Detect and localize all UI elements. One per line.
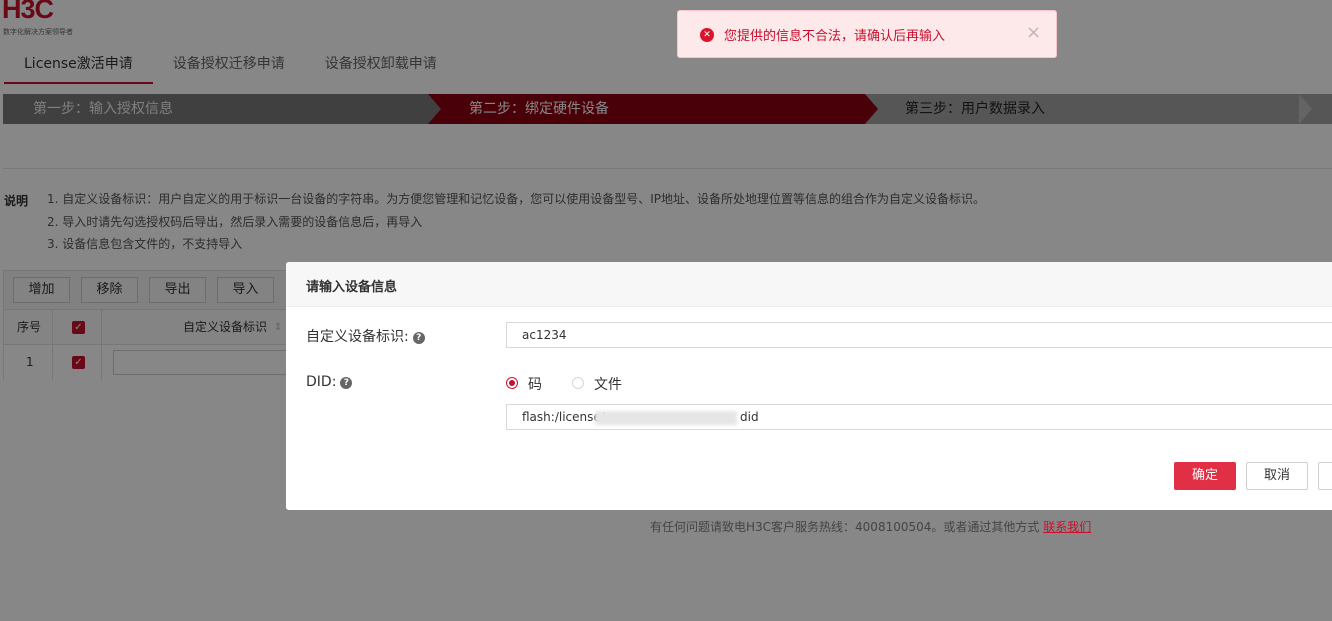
ok-button[interactable]: 确定: [1174, 462, 1236, 490]
radio-code-label[interactable]: 码: [528, 374, 542, 394]
dialog-header: 请输入设备信息: [286, 262, 1332, 307]
radio-file[interactable]: [572, 377, 584, 389]
did-label-text: DID:: [306, 374, 337, 390]
close-icon[interactable]: ×: [1026, 23, 1041, 43]
help-icon[interactable]: ?: [412, 332, 425, 344]
error-toast: ✕ 您提供的信息不合法，请确认后再输入 ×: [677, 10, 1057, 58]
device-id-input[interactable]: ac1234: [506, 322, 1332, 348]
did-value-prefix: flash:/license/: [522, 410, 605, 424]
contact-us-link[interactable]: 联系我们: [1043, 520, 1091, 534]
radio-file-label[interactable]: 文件: [594, 374, 622, 394]
device-id-label-text: 自定义设备标识:: [306, 329, 409, 345]
did-input[interactable]: flash:/license/did: [506, 404, 1332, 430]
radio-code[interactable]: [506, 377, 518, 389]
did-label: DID:?: [306, 374, 353, 390]
dialog-title: 请输入设备信息: [306, 280, 398, 295]
error-message: 您提供的信息不合法，请确认后再输入: [724, 29, 946, 44]
support-text: 有任何问题请致电H3C客户服务热线：4008100504。或者通过其他方式: [650, 520, 1044, 534]
support-footer: 有任何问题请致电H3C客户服务热线：4008100504。或者通过其他方式 联系…: [650, 518, 1091, 535]
help-icon[interactable]: ?: [340, 377, 353, 389]
redacted-area: [595, 411, 737, 425]
extra-button[interactable]: [1318, 462, 1332, 490]
error-icon: ✕: [700, 28, 714, 42]
cancel-button[interactable]: 取消: [1246, 462, 1308, 490]
device-info-dialog: 请输入设备信息 自定义设备标识:? ac1234 DID:? 码 文件 flas…: [286, 262, 1332, 510]
did-value-suffix: did: [740, 410, 759, 424]
device-id-label: 自定义设备标识:?: [306, 326, 425, 346]
